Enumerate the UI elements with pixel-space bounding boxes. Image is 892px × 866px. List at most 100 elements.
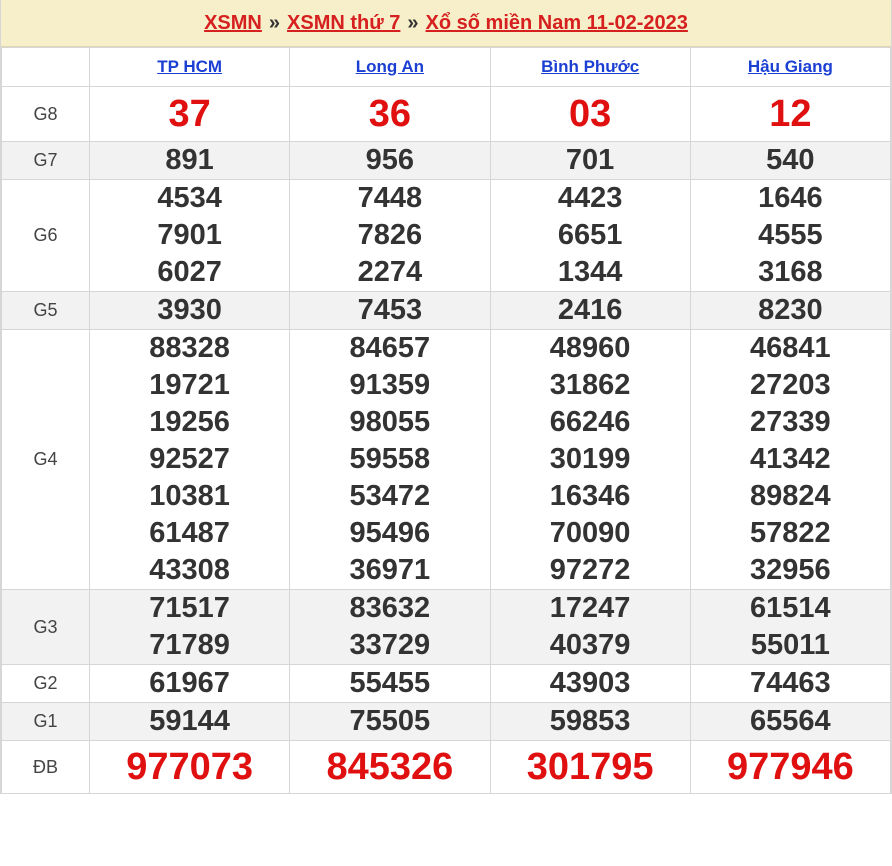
prize-cell: 701 bbox=[489, 141, 691, 180]
prize-label: G8 bbox=[1, 86, 90, 142]
prize-cell: 7448 7826 2274 bbox=[289, 179, 491, 292]
prize-number: 75505 bbox=[349, 705, 431, 737]
prize-number: 55011 bbox=[750, 629, 830, 661]
province-link-binh-phuoc[interactable]: Bình Phước bbox=[541, 57, 639, 76]
prize-number: 48960 bbox=[549, 332, 631, 364]
prize-number: 1646 bbox=[758, 182, 823, 214]
prize-number: 95496 bbox=[349, 517, 431, 549]
prize-cell: 4423 6651 1344 bbox=[489, 179, 691, 292]
prize-number: 59853 bbox=[549, 705, 631, 737]
prize-label: G4 bbox=[1, 329, 90, 590]
prize-number: 84657 bbox=[349, 332, 431, 364]
prize-cell: 75505 bbox=[289, 702, 491, 741]
prize-cell: 7453 bbox=[289, 291, 491, 330]
prize-number: 61487 bbox=[149, 517, 230, 549]
prize-cell: 83632 33729 bbox=[289, 589, 491, 665]
prize-number: 71789 bbox=[149, 629, 230, 661]
prize-number: 31862 bbox=[549, 369, 631, 401]
prize-cell: 17247 40379 bbox=[489, 589, 691, 665]
prize-cell: 12 bbox=[689, 86, 892, 142]
empty-header-cell bbox=[1, 47, 90, 87]
province-header: Hậu Giang bbox=[689, 47, 892, 87]
prize-cell: 37 bbox=[88, 86, 291, 142]
prize-cell: 977946 bbox=[689, 740, 892, 794]
province-link-hau-giang[interactable]: Hậu Giang bbox=[748, 57, 833, 76]
prize-number: 32956 bbox=[750, 554, 831, 586]
prize-cell: 74463 bbox=[689, 664, 892, 703]
results-table: TP HCM Long An Bình Phước Hậu Giang G8 37… bbox=[1, 47, 892, 794]
prize-label: G1 bbox=[1, 702, 90, 741]
prize-label: G5 bbox=[1, 291, 90, 330]
prize-number: 17247 bbox=[549, 592, 631, 624]
prize-number: 7453 bbox=[357, 294, 423, 326]
prize-number: 19256 bbox=[149, 406, 230, 438]
prize-number: 03 bbox=[568, 93, 612, 135]
prize-cell: 891 bbox=[88, 141, 291, 180]
prize-cell: 8230 bbox=[689, 291, 892, 330]
prize-number: 65564 bbox=[750, 705, 831, 737]
prize-number: 27203 bbox=[750, 369, 831, 401]
prize-number: 2274 bbox=[357, 256, 423, 288]
prize-cell: 1646 4555 3168 bbox=[689, 179, 892, 292]
prize-number: 43308 bbox=[149, 554, 230, 586]
prize-number: 98055 bbox=[349, 406, 431, 438]
prize-number: 53472 bbox=[349, 480, 431, 512]
breadcrumb-link-xsmn[interactable]: XSMN bbox=[204, 12, 262, 35]
prize-number: 7901 bbox=[157, 219, 222, 251]
prize-row-g5: G5 3930 7453 2416 8230 bbox=[1, 291, 892, 330]
prize-row-g7: G7 891 956 701 540 bbox=[1, 141, 892, 180]
prize-number: 27339 bbox=[750, 406, 831, 438]
prize-number: 4555 bbox=[758, 219, 823, 251]
prize-cell: 65564 bbox=[689, 702, 892, 741]
breadcrumb: XSMN » XSMN thứ 7 » Xổ số miền Nam 11-02… bbox=[1, 0, 891, 47]
prize-number: 37 bbox=[168, 93, 211, 135]
prize-number: 46841 bbox=[750, 332, 831, 364]
prize-cell: 88328 19721 19256 92527 10381 61487 43308 bbox=[88, 329, 291, 590]
prize-number: 41342 bbox=[750, 443, 831, 475]
prize-number: 33729 bbox=[349, 629, 431, 661]
prize-row-db: ĐB 977073 845326 301795 977946 bbox=[1, 740, 892, 794]
prize-cell: 3930 bbox=[88, 291, 291, 330]
prize-cell: 43903 bbox=[489, 664, 691, 703]
prize-number: 4423 bbox=[557, 182, 623, 214]
prize-cell: 46841 27203 27339 41342 89824 57822 32956 bbox=[689, 329, 892, 590]
prize-cell: 61514 55011 bbox=[689, 589, 892, 665]
prize-cell: 301795 bbox=[489, 740, 691, 794]
breadcrumb-separator: » bbox=[268, 11, 281, 34]
prize-row-g3: G3 71517 71789 83632 33729 17247 40379 61514 550… bbox=[1, 589, 892, 665]
prize-number: 3930 bbox=[157, 294, 222, 326]
prize-number: 701 bbox=[565, 144, 615, 176]
province-link-long-an[interactable]: Long An bbox=[356, 57, 424, 76]
prize-number: 89824 bbox=[750, 480, 831, 512]
prize-number: 16346 bbox=[549, 480, 631, 512]
prize-cell: 845326 bbox=[289, 740, 491, 794]
prize-cell: 540 bbox=[689, 141, 892, 180]
prize-number: 3168 bbox=[758, 256, 823, 288]
prize-row-g6: G6 4534 7901 6027 7448 7826 2274 4423 6651 1344 16… bbox=[1, 179, 892, 292]
prize-number: 61514 bbox=[750, 592, 831, 624]
prize-label: G7 bbox=[1, 141, 90, 180]
province-header: Long An bbox=[289, 47, 491, 87]
prize-label: G3 bbox=[1, 589, 90, 665]
prize-row-g2: G2 61967 55455 43903 74463 bbox=[1, 664, 892, 703]
prize-label: ĐB bbox=[1, 740, 90, 794]
breadcrumb-separator: » bbox=[407, 11, 419, 34]
prize-number: 4534 bbox=[157, 182, 222, 214]
prize-number: 59558 bbox=[349, 443, 431, 475]
breadcrumb-link-xsmn-thu7[interactable]: XSMN thứ 7 bbox=[287, 12, 400, 35]
prize-cell: 71517 71789 bbox=[88, 589, 291, 665]
prize-number: 891 bbox=[165, 144, 214, 176]
prize-cell: 59144 bbox=[88, 702, 291, 741]
prize-cell: 55455 bbox=[289, 664, 491, 703]
prize-number: 92527 bbox=[149, 443, 230, 475]
prize-number: 301795 bbox=[526, 746, 654, 788]
breadcrumb-link-date[interactable]: Xổ số miền Nam 11-02-2023 bbox=[426, 12, 688, 35]
prize-number: 66246 bbox=[549, 406, 631, 438]
prize-number: 7826 bbox=[357, 219, 423, 251]
province-link-tp-hcm[interactable]: TP HCM bbox=[157, 57, 222, 76]
prize-number: 977946 bbox=[726, 746, 854, 788]
prize-number: 956 bbox=[365, 144, 415, 176]
prize-number: 6027 bbox=[157, 256, 222, 288]
prize-number: 55455 bbox=[349, 667, 431, 699]
prize-number: 61967 bbox=[149, 667, 230, 699]
